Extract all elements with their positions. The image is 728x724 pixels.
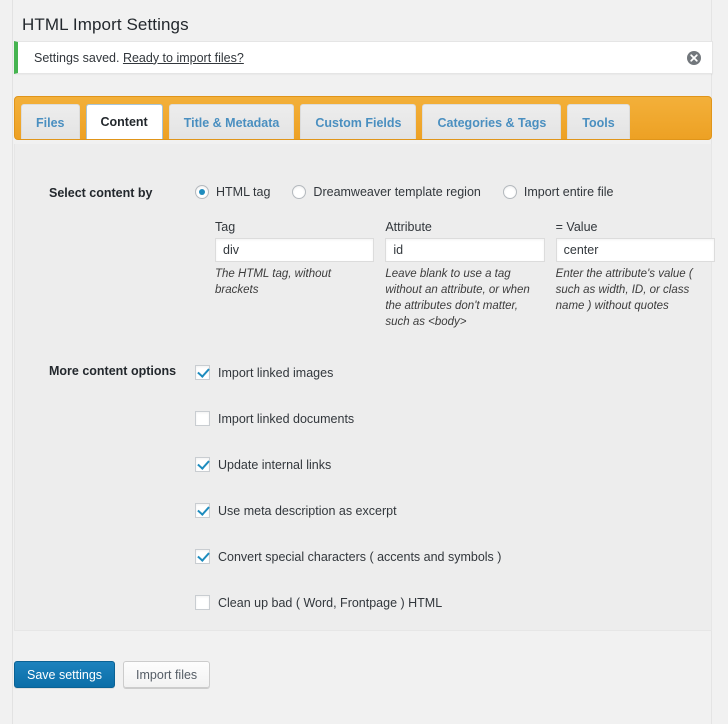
value-input[interactable] [555,238,715,262]
attribute-field-label: Attribute [385,220,432,234]
checkbox-option-import-linked-documents[interactable]: Import linked documents [195,408,501,429]
select-content-by-radio-group: HTML tag Dreamweaver template region Imp… [195,185,636,199]
select-content-by-label: Select content by [49,186,153,200]
checkbox-option-update-internal-links[interactable]: Update internal links [195,454,501,475]
tab-files[interactable]: Files [21,104,80,139]
checkbox-option-use-meta-description-as-excerpt[interactable]: Use meta description as excerpt [195,500,501,521]
more-content-options-label: More content options [49,364,177,378]
checkbox-indicator[interactable] [195,411,210,426]
value-field-label: = Value [555,220,598,234]
tab-title-metadata[interactable]: Title & Metadata [168,104,295,139]
tag-input[interactable] [215,238,375,262]
tab-custom-fields[interactable]: Custom Fields [300,104,417,139]
radio-label: Dreamweaver template region [313,185,481,199]
field-group-tag: Tag The HTML tag, without brackets [215,220,375,330]
value-field-help: Enter the attribute's value ( such as wi… [555,268,693,312]
radio-indicator[interactable] [195,185,209,199]
notice-text: Settings saved. Ready to import files? [18,51,244,65]
attribute-input[interactable] [385,238,545,262]
settings-saved-notice: Settings saved. Ready to import files? [14,41,713,74]
tab-label: Custom Fields [315,115,402,130]
footer-actions: Save settings Import files [14,661,211,688]
tab-label: Tools [582,115,615,130]
field-group-attribute: Attribute Leave blank to use a tag witho… [385,220,545,330]
checkbox-label: Convert special characters ( accents and… [218,549,502,564]
radio-option-import-entire-file[interactable]: Import entire file [502,185,614,199]
settings-page: HTML Import Settings Settings saved. Rea… [0,0,728,724]
page-title: HTML Import Settings [22,15,189,35]
checkbox-indicator[interactable] [195,457,210,472]
radio-option-html-tag[interactable]: HTML tag [195,185,270,199]
more-content-options-row: More content options Import linked image… [49,362,689,613]
right-rail [711,0,728,724]
tag-field-label: Tag [215,220,236,234]
checkbox-option-clean-up-bad-html[interactable]: Clean up bad ( Word, Frontpage ) HTML [195,592,501,613]
checkbox-label: Update internal links [218,457,332,472]
field-group-value: = Value Enter the attribute's value ( su… [555,220,715,330]
tag-field-help: The HTML tag, without brackets [215,268,332,296]
save-settings-button[interactable]: Save settings [14,661,116,688]
tab-label: Categories & Tags [437,115,547,130]
checkbox-label: Import linked documents [218,411,355,426]
tab-tools[interactable]: Tools [567,104,630,139]
checkbox-label: Import linked images [218,365,334,380]
tab-label: Files [36,115,65,130]
checkbox-indicator[interactable] [195,503,210,518]
selector-fields: Tag The HTML tag, without brackets Attri… [215,220,715,330]
settings-panel: Select content by HTML tag Dreamweaver t… [14,144,715,631]
radio-indicator[interactable] [502,185,517,199]
checkbox-indicator[interactable] [195,365,210,380]
radio-label: HTML tag [216,185,271,199]
more-content-options-checkbox-list: Import linked images Import linked docum… [195,362,501,613]
attribute-field-help: Leave blank to use a tag without an attr… [385,268,530,328]
import-files-button[interactable]: Import files [123,661,211,688]
tab-categories-tags[interactable]: Categories & Tags [422,104,562,139]
radio-option-dreamweaver-template-region[interactable]: Dreamweaver template region [292,185,481,199]
close-circle-icon[interactable] [686,50,702,66]
tab-content[interactable]: Content [85,104,163,139]
tab-bar: Files Content Title & Metadata Custom Fi… [14,96,712,140]
notice-message: Settings saved. [34,50,120,65]
checkbox-indicator[interactable] [195,549,210,564]
tab-label: Content [100,115,148,129]
checkbox-label: Use meta description as excerpt [218,503,397,518]
checkbox-indicator[interactable] [195,595,210,610]
checkbox-option-convert-special-characters[interactable]: Convert special characters ( accents and… [195,546,501,567]
ready-to-import-link[interactable]: Ready to import files? [123,51,244,65]
left-rail [0,0,13,724]
radio-label: Import entire file [523,185,614,199]
select-content-by-row: Select content by HTML tag Dreamweaver t… [49,185,689,200]
tab-label: Title & Metadata [183,115,280,130]
checkbox-option-import-linked-images[interactable]: Import linked images [195,362,501,383]
checkbox-label: Clean up bad ( Word, Frontpage ) HTML [218,595,443,610]
radio-indicator[interactable] [292,185,307,199]
